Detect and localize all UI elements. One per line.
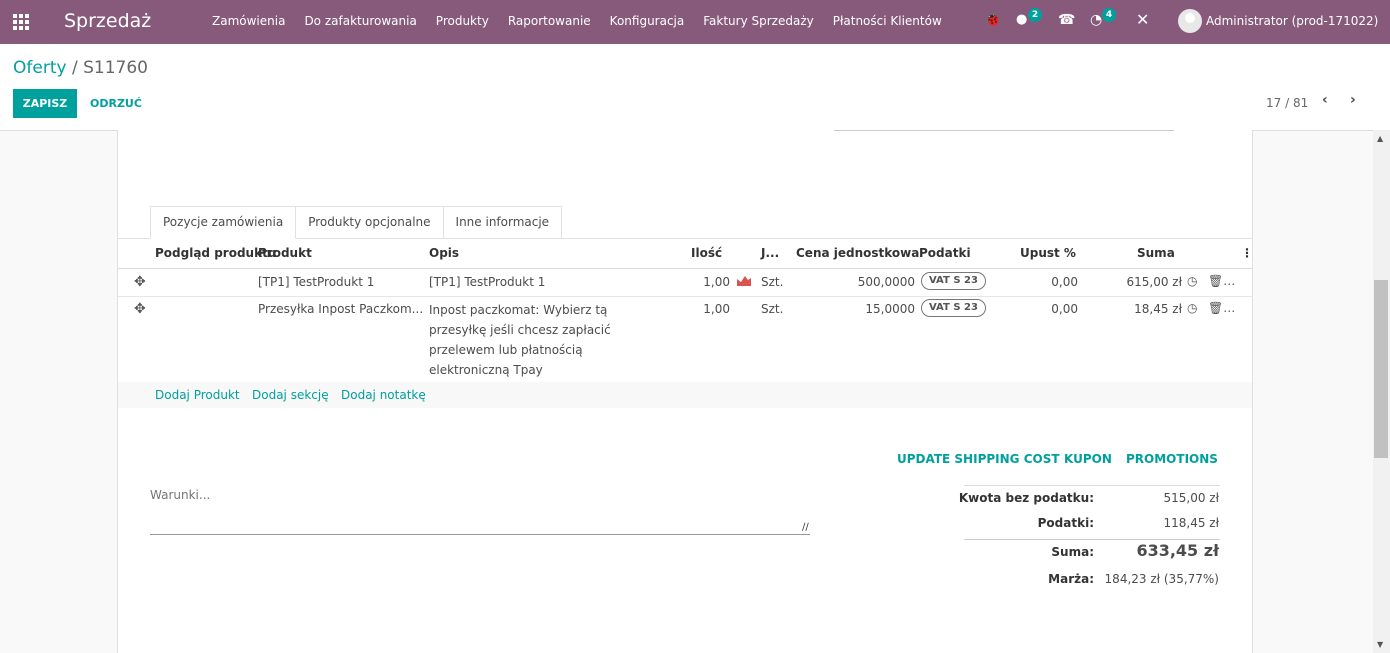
update-shipping-cost-button[interactable]: UPDATE SHIPPING COST: [897, 452, 1060, 466]
row-description: [TP1] TestProdukt 1: [429, 275, 546, 289]
breadcrumb-current: S11760: [83, 58, 148, 78]
totals-divider: [964, 539, 1220, 540]
row-qty: 1,00: [703, 275, 730, 289]
apps-grid-icon[interactable]: [13, 14, 29, 30]
menu-sales-invoices[interactable]: Faktury Sprzedaży: [703, 14, 813, 28]
terms-input[interactable]: [150, 488, 810, 535]
tools-icon[interactable]: ✕: [1136, 10, 1149, 29]
untaxed-label: Kwota bez podatku:: [958, 491, 1094, 505]
pager-value[interactable]: 17 / 81: [1266, 96, 1308, 110]
row-uom: Szt.: [761, 302, 784, 316]
main-menu: Zamówienia Do zafakturowania Produkty Ra…: [212, 14, 961, 28]
row-subtotal: 18,45 zł: [1134, 302, 1182, 316]
row-unit-price: 15,0000: [865, 302, 915, 316]
tab-other-info[interactable]: Inne informacje: [442, 206, 563, 238]
user-menu[interactable]: Administrator (prod-171022): [1178, 9, 1378, 33]
bug-icon[interactable]: 🐞: [984, 12, 1001, 28]
col-header-product[interactable]: Produkt: [258, 246, 312, 260]
menu-configuration[interactable]: Konfiguracja: [610, 14, 685, 28]
form-sheet: Pozycje zamówienia Produkty opcjonalne I…: [117, 130, 1253, 653]
activities-icon[interactable]: ◔: [1090, 12, 1102, 28]
untaxed-value: 515,00 zł: [1163, 491, 1219, 505]
row-qty: 1,00: [703, 302, 730, 316]
control-panel: Oferty / S11760 ZAPISZ ODRZUĆ 17 / 81 ‹ …: [0, 44, 1390, 131]
messages-badge: 2: [1028, 8, 1042, 22]
col-header-uom[interactable]: J...: [761, 246, 779, 260]
user-name: Administrator (prod-171022): [1206, 14, 1379, 28]
menu-to-invoice[interactable]: Do zafakturowania: [304, 14, 416, 28]
taxes-label: Podatki:: [1037, 516, 1094, 530]
scroll-down-icon[interactable]: ▼: [1377, 640, 1383, 649]
table-row[interactable]: ✥ [TP1] TestProdukt 1 [TP1] TestProdukt …: [118, 269, 1252, 297]
add-product-link[interactable]: Dodaj Produkt: [155, 388, 240, 402]
breadcrumb-parent[interactable]: Oferty: [13, 58, 67, 78]
menu-customer-payments[interactable]: Płatności Klientów: [833, 14, 942, 28]
promotions-button[interactable]: PROMOTIONS: [1126, 452, 1218, 466]
phone-icon[interactable]: ☎: [1058, 12, 1075, 28]
drag-handle-icon[interactable]: ✥: [134, 274, 146, 290]
menu-orders[interactable]: Zamówienia: [212, 14, 285, 28]
add-line-bar: Dodaj Produkt Dodaj sekcję Dodaj notatkę: [118, 382, 1252, 408]
total-label: Suma:: [1051, 545, 1094, 559]
save-button[interactable]: ZAPISZ: [13, 89, 77, 118]
menu-products[interactable]: Produkty: [436, 14, 489, 28]
add-section-link[interactable]: Dodaj sekcję: [252, 388, 329, 402]
margin-value: 184,23 zł (35,77%): [1104, 572, 1219, 586]
row-product: Przesyłka Inpost Paczkom...: [258, 302, 424, 316]
col-header-unit-price[interactable]: Cena jednostkowa: [796, 246, 919, 260]
tax-tag: VAT S 23: [921, 299, 986, 317]
tab-order-lines[interactable]: Pozycje zamówienia: [150, 206, 297, 239]
avatar: [1178, 9, 1202, 33]
coupon-button[interactable]: KUPON: [1064, 452, 1112, 466]
resize-handle-icon[interactable]: ∕∕: [802, 522, 809, 533]
breadcrumb-separator: /: [71, 58, 78, 78]
row-uom: Szt.: [761, 275, 784, 289]
notebook-tabs: Pozycje zamówienia Produkty opcjonalne I…: [150, 206, 563, 239]
row-description: Inpost paczkomat: Wybierz tą przesyłkę j…: [429, 303, 611, 377]
row-unit-price: 500,0000: [857, 275, 915, 289]
tab-optional-products[interactable]: Produkty opcjonalne: [295, 206, 444, 238]
row-product: [TP1] TestProdukt 1: [258, 275, 375, 289]
menu-reporting[interactable]: Raportowanie: [508, 14, 591, 28]
taxes-value: 118,45 zł: [1163, 516, 1219, 530]
clock-icon[interactable]: ◷: [1187, 274, 1197, 288]
activities-badge: 4: [1102, 8, 1116, 22]
col-header-qty[interactable]: Ilość: [691, 246, 722, 260]
drag-handle-icon[interactable]: ✥: [134, 301, 146, 317]
messages-icon[interactable]: ●: [1016, 12, 1027, 27]
pager-next-icon[interactable]: ›: [1350, 92, 1356, 108]
app-title[interactable]: Sprzedaż: [64, 10, 151, 32]
total-value: 633,45 zł: [1136, 541, 1219, 560]
scrollbar-thumb[interactable]: [1374, 280, 1388, 458]
totals-top-divider: [964, 485, 1220, 486]
row-subtotal: 615,00 zł: [1126, 275, 1182, 289]
scroll-up-icon[interactable]: ▲: [1377, 134, 1383, 143]
row-discount: 0,00: [1051, 302, 1078, 316]
discard-button[interactable]: ODRZUĆ: [84, 89, 148, 118]
pager-previous-icon[interactable]: ‹: [1322, 92, 1328, 108]
table-row[interactable]: ✥ Przesyłka Inpost Paczkom... Inpost pac…: [118, 296, 1252, 382]
row-discount: 0,00: [1051, 275, 1078, 289]
forecast-chart-icon[interactable]: [737, 274, 751, 286]
top-navbar: Sprzedaż Zamówienia Do zafakturowania Pr…: [0, 0, 1390, 44]
margin-label: Marża:: [1048, 572, 1094, 586]
delete-icon[interactable]: 🗑…: [1208, 274, 1235, 288]
col-header-description[interactable]: Opis: [429, 246, 459, 260]
col-header-discount[interactable]: Upust %: [1020, 246, 1076, 260]
field-underline: [834, 130, 1174, 131]
breadcrumb: Oferty / S11760: [13, 58, 148, 78]
clock-icon[interactable]: ◷: [1187, 301, 1197, 315]
delete-icon[interactable]: 🗑…: [1208, 301, 1235, 315]
column-options-icon[interactable]: ⋮: [1241, 246, 1253, 260]
col-header-taxes[interactable]: Podatki: [919, 246, 971, 260]
col-header-subtotal[interactable]: Suma: [1137, 246, 1175, 260]
add-note-link[interactable]: Dodaj notatkę: [341, 388, 426, 402]
tax-tag: VAT S 23: [921, 272, 986, 290]
